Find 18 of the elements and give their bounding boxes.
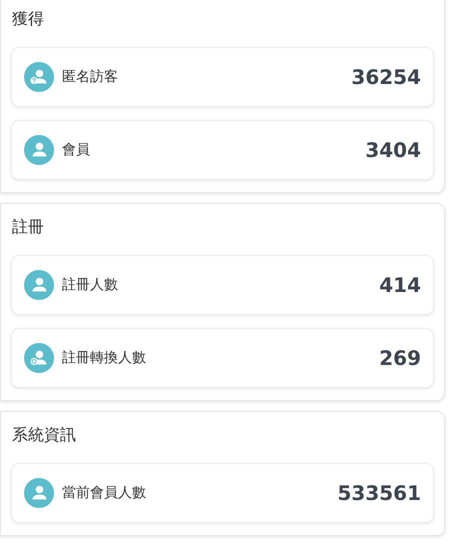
stat-label: 會員: [62, 140, 91, 160]
stat-label: 當前會員人數: [62, 484, 147, 502]
stat-value: 269: [379, 345, 421, 372]
user-icon: [24, 478, 54, 508]
user-question-icon: [24, 62, 54, 92]
stat-value: 3404: [365, 137, 421, 164]
stat-label: 註冊轉換人數: [62, 348, 147, 368]
stat-value: 36254: [351, 64, 421, 91]
stat-label: 匿名訪客: [62, 68, 119, 86]
section-title: 系統資訊: [11, 424, 77, 446]
stat-value: 533561: [338, 480, 421, 507]
user-icon: [24, 135, 54, 165]
stat-value: 414: [379, 272, 421, 299]
user-icon: [24, 270, 54, 300]
section-title: 獲得: [11, 8, 45, 30]
section-title: 註冊: [11, 216, 45, 238]
stat-label: 註冊人數: [62, 276, 119, 294]
user-coin-icon: [24, 343, 54, 373]
